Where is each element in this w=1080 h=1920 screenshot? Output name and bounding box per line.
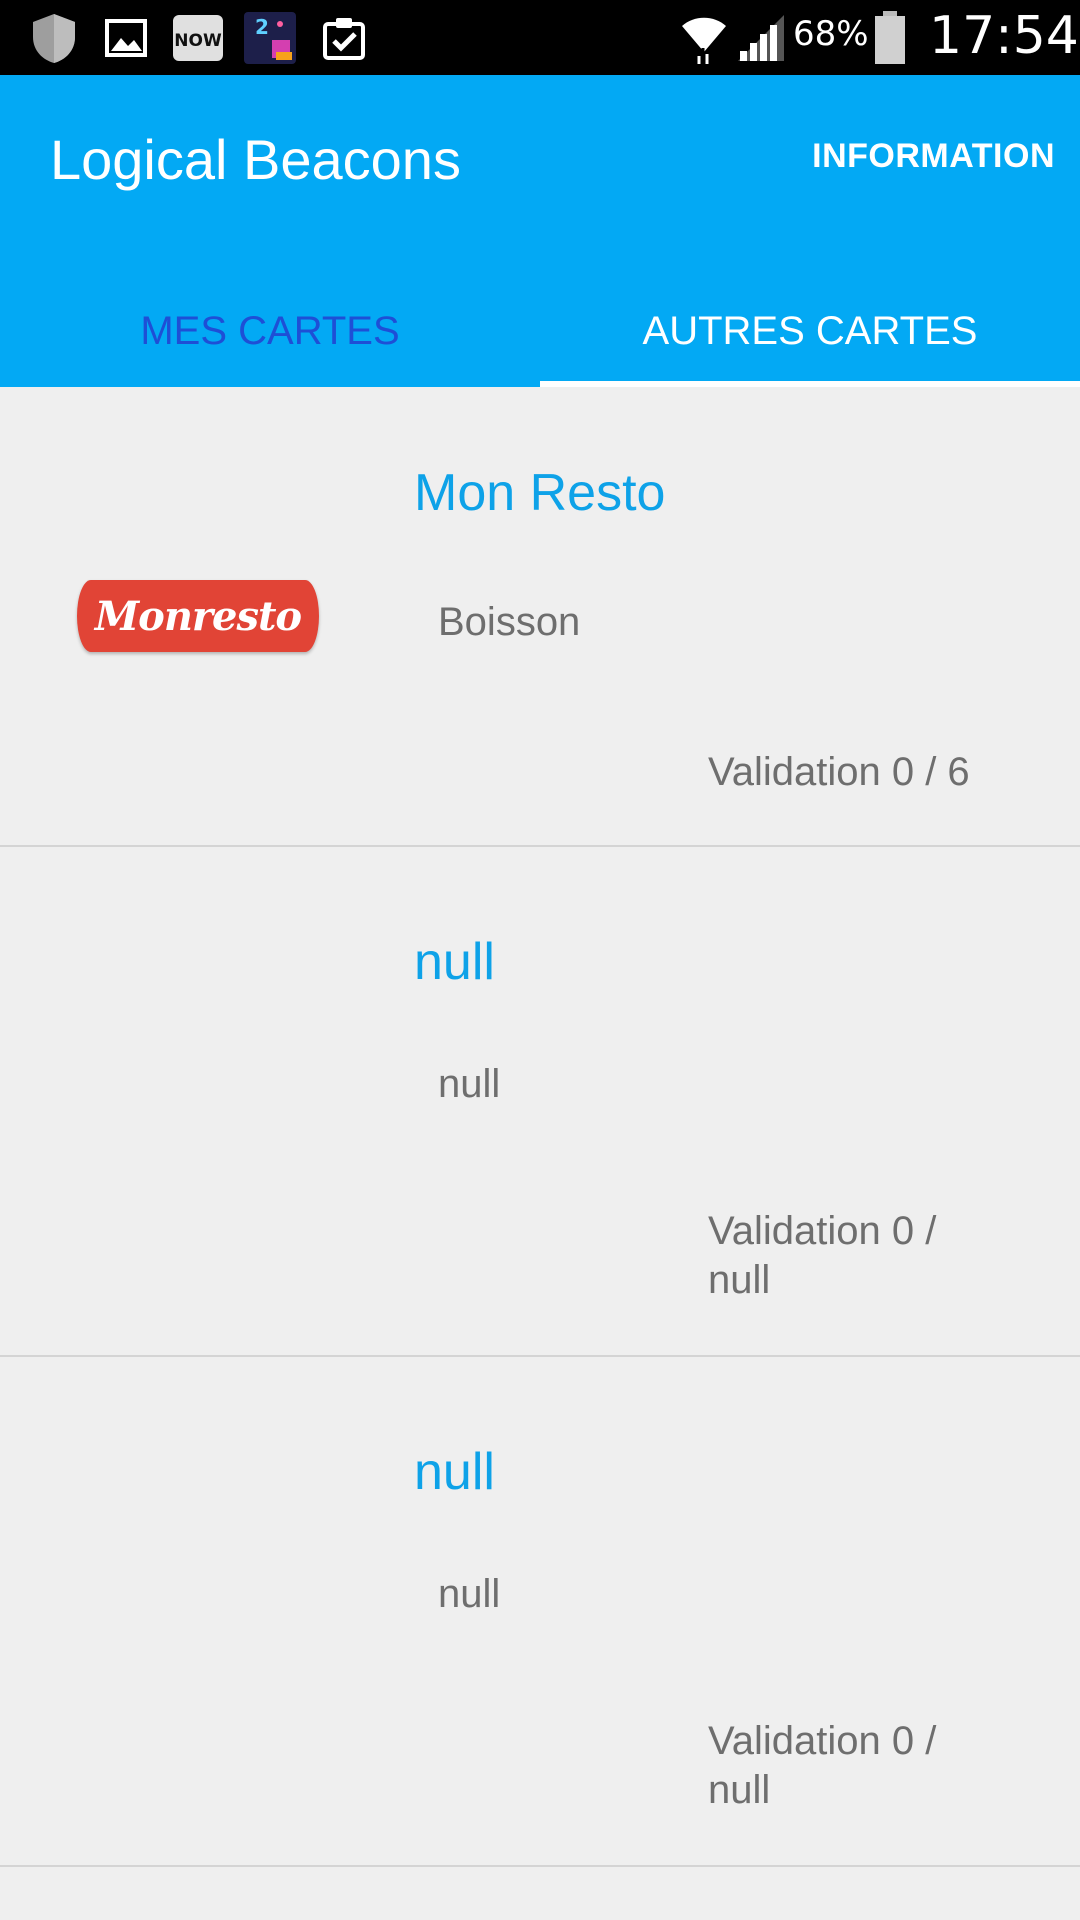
tab-mes-cartes[interactable]: MES CARTES [0,275,540,387]
card-subtitle: Boisson [438,600,581,644]
card-item[interactable]: Monresto Mon Resto Boisson Validation 0 … [0,387,1080,847]
card-title: null [414,933,495,991]
tab-autres-cartes[interactable]: AUTRES CARTES [540,275,1080,387]
app-title: Logical Beacons [50,128,461,191]
status-bar: NOW 2 68% 17:54 [0,0,1080,75]
card-list: Monresto Mon Resto Boisson Validation 0 … [0,387,1080,1867]
clipboard-check-icon [318,12,370,64]
information-button[interactable]: INFORMATION [812,137,1055,176]
image-icon [100,12,152,64]
shield-icon [28,12,80,64]
tab-bar: MES CARTES AUTRES CARTES [0,275,1080,387]
svg-text:NOW: NOW [174,31,222,51]
signal-icon [735,12,787,64]
wifi-icon [676,12,732,64]
card-item[interactable]: null null Validation 0 / null [0,1357,1080,1867]
card-validation: Validation 0 / null [708,1209,937,1302]
card-subtitle: null [438,1062,501,1106]
card-item[interactable]: null null Validation 0 / null [0,847,1080,1357]
game-app-icon: 2 [244,12,296,64]
battery-icon [870,11,910,64]
card-validation: Validation 0 / null [708,1719,937,1812]
battery-percent: 68% [793,14,869,54]
logo-text: Monresto [94,592,302,640]
svg-text:2: 2 [255,15,269,39]
card-validation: Validation 0 / 6 [708,750,970,794]
now-app-icon: NOW [172,12,224,64]
card-title: Mon Resto [414,464,666,522]
card-title: null [414,1443,495,1501]
monresto-logo: Monresto [77,580,319,652]
clock: 17:54 [929,6,1079,66]
card-subtitle: null [438,1572,501,1616]
app-bar: Logical Beacons INFORMATION MES CARTES A… [0,75,1080,387]
